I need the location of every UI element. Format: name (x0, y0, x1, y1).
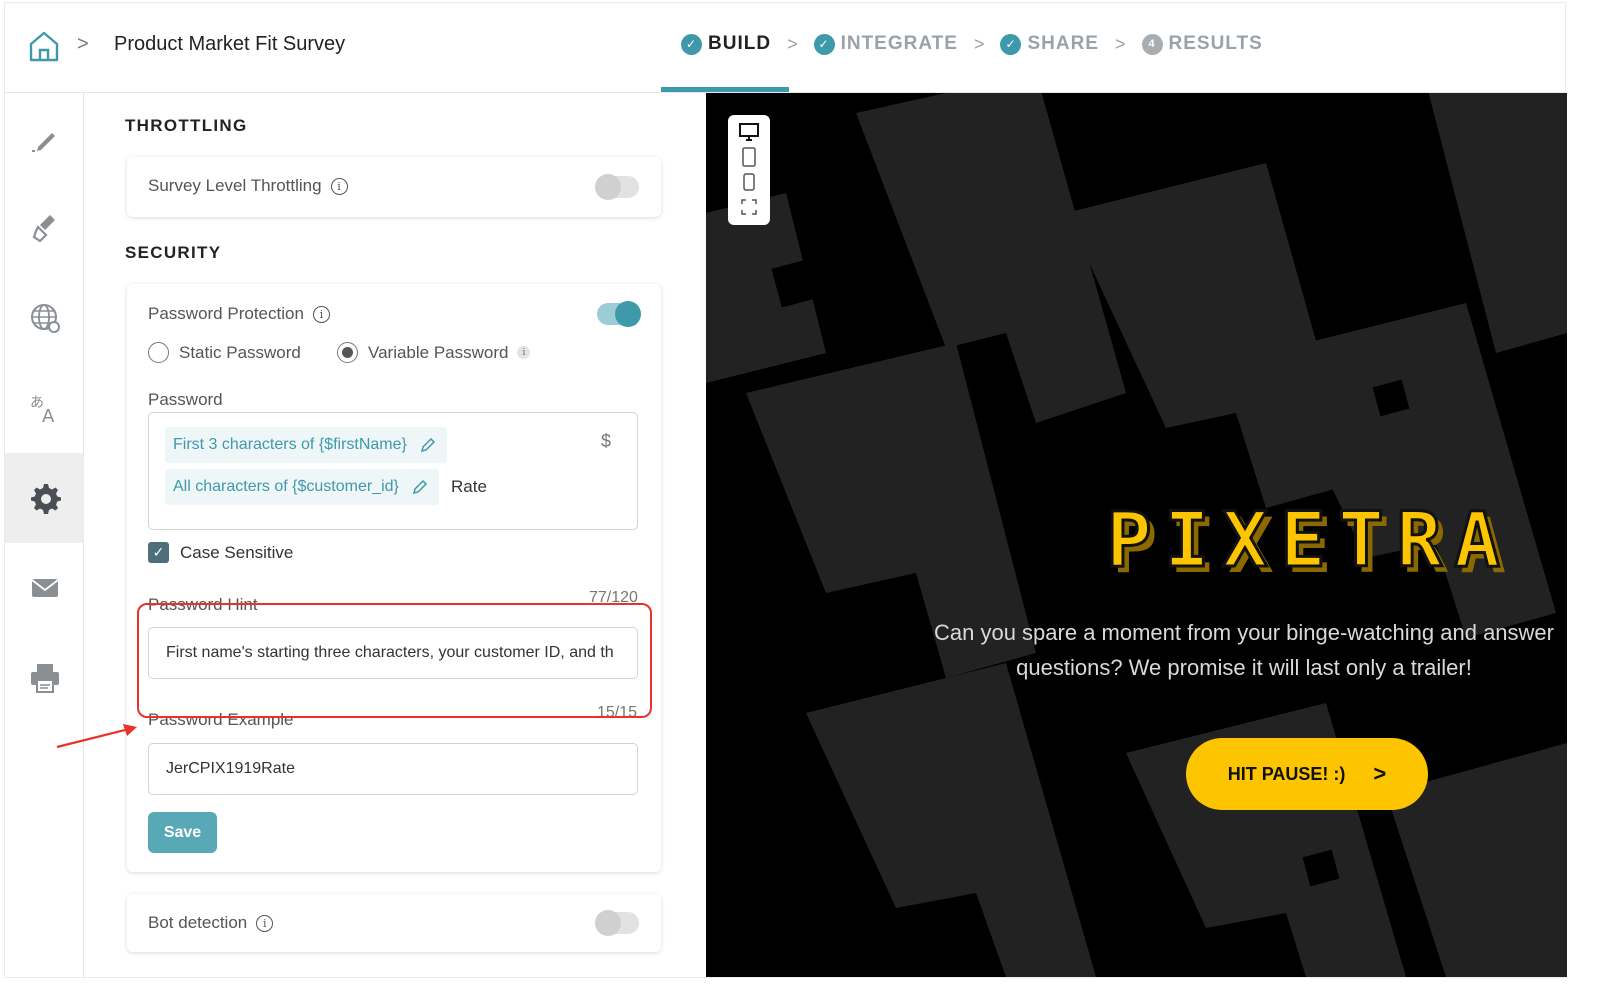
tagline-line-2: questions? We promise it will last only … (1016, 655, 1472, 680)
rail-item-edit[interactable] (5, 93, 84, 183)
bot-detection-row: Bot detection i (148, 913, 274, 933)
step-results-label: RESULTS (1168, 33, 1263, 54)
survey-tagline: Can you spare a moment from your binge-w… (921, 615, 1567, 685)
security-section-title: SECURITY (125, 243, 222, 262)
pencil-icon (31, 133, 55, 152)
paint-brush-icon (32, 215, 55, 243)
password-example-input[interactable]: JerCPIX1919Rate (148, 743, 638, 795)
password-protection-row: Password Protection i (148, 304, 330, 324)
svg-text:A: A (42, 406, 55, 425)
info-icon[interactable]: i (330, 177, 348, 195)
rail-item-settings[interactable] (5, 453, 84, 543)
app-window: > Product Market Fit Survey ✓ BUILD > ✓ … (4, 2, 1567, 978)
chip-text: All characters of {$customer_id} (173, 478, 399, 495)
pixetra-logo: PIXETRA PIXETRA (1106, 496, 1506, 586)
step-number-badge: 4 (1141, 33, 1163, 55)
device-switcher (728, 115, 770, 225)
mobile-icon[interactable] (738, 171, 760, 193)
survey-preview: PIXETRA PIXETRA Can you spare a moment f… (706, 93, 1567, 977)
throttling-toggle[interactable] (595, 174, 639, 200)
password-builder-field[interactable]: First 3 characters of {$firstName} All c… (148, 412, 638, 530)
svg-text:PIXETRA: PIXETRA (1106, 496, 1502, 584)
check-icon: ✓ (681, 33, 702, 55)
highlight-annotation (137, 603, 652, 718)
settings-panel: THROTTLING Survey Level Throttling i SEC… (85, 93, 705, 977)
breadcrumb-separator: > (77, 33, 89, 55)
check-icon: ✓ (813, 33, 835, 55)
step-share[interactable]: ✓ SHARE (1000, 33, 1099, 55)
password-protection-label: Password Protection (148, 304, 304, 323)
rail-item-language[interactable] (5, 273, 84, 363)
throttling-label: Survey Level Throttling (148, 176, 322, 195)
static-password-radio[interactable]: Static Password (148, 342, 301, 363)
bot-detection-label: Bot detection (148, 913, 248, 932)
top-header: > Product Market Fit Survey ✓ BUILD > ✓ … (5, 3, 1565, 93)
step-build-label: BUILD (708, 33, 772, 54)
bot-detection-card: Bot detection i (127, 894, 661, 952)
pencil-icon[interactable] (419, 436, 437, 454)
tagline-line-1: Can you spare a moment from your binge-w… (934, 620, 1554, 645)
rail-item-email[interactable] (5, 543, 84, 633)
password-token-chip[interactable]: All characters of {$customer_id} (165, 469, 439, 505)
left-icon-rail: あ A (5, 93, 84, 977)
password-static-text: Rate (451, 477, 487, 496)
password-protection-toggle[interactable] (597, 301, 641, 327)
cta-label: HIT PAUSE! :) (1227, 763, 1346, 784)
rail-item-print[interactable] (5, 633, 84, 723)
tablet-icon[interactable] (738, 146, 760, 168)
annotation-arrow-icon (56, 724, 137, 749)
envelope-icon (30, 579, 59, 597)
pencil-icon[interactable] (411, 478, 429, 496)
save-button[interactable]: Save (148, 812, 217, 853)
dollar-icon[interactable]: $ (601, 431, 611, 452)
globe-icon (30, 304, 60, 333)
step-results[interactable]: 4 RESULTS (1141, 33, 1263, 55)
radio-button-selected[interactable] (337, 342, 358, 363)
step-share-label: SHARE (1027, 33, 1099, 54)
variable-password-radio[interactable]: Variable Password i (337, 342, 531, 363)
password-token-chip[interactable]: First 3 characters of {$firstName} (165, 427, 447, 463)
printer-icon (30, 664, 59, 693)
step-separator: > (973, 33, 985, 54)
static-password-label: Static Password (179, 342, 301, 362)
chevron-right-icon: > (1373, 761, 1387, 786)
check-icon: ✓ (1000, 33, 1022, 55)
step-integrate[interactable]: ✓ INTEGRATE (813, 33, 958, 55)
desktop-icon[interactable] (738, 121, 760, 143)
fullscreen-icon[interactable] (738, 196, 760, 218)
step-separator: > (787, 33, 798, 54)
info-icon[interactable]: i (256, 914, 274, 932)
password-protection-card: Password Protection i Static Password Va… (127, 284, 661, 872)
translate-icon: あ A (30, 395, 55, 425)
survey-title: Product Market Fit Survey (114, 33, 346, 55)
step-navigation: ✓ BUILD > ✓ INTEGRATE > ✓ SHARE > 4 RESU… (681, 33, 1263, 55)
rail-item-theme[interactable] (5, 183, 84, 273)
step-integrate-label: INTEGRATE (840, 33, 958, 54)
gear-icon (30, 484, 61, 514)
throttling-row: Survey Level Throttling i (148, 176, 348, 196)
checkbox-checked-icon[interactable]: ✓ (148, 542, 169, 563)
variable-password-label: Variable Password (368, 342, 509, 362)
case-sensitive-label: Case Sensitive (180, 542, 294, 562)
radio-button[interactable] (148, 342, 169, 363)
rail-item-translate[interactable]: あ A (5, 363, 84, 453)
step-build[interactable]: ✓ BUILD (681, 33, 771, 55)
chip-text: First 3 characters of {$firstName} (173, 436, 407, 453)
case-sensitive-checkbox[interactable]: ✓ Case Sensitive (148, 542, 293, 563)
home-icon[interactable] (27, 29, 61, 63)
info-icon[interactable]: i (517, 346, 531, 359)
throttling-section-title: THROTTLING (125, 116, 248, 135)
step-separator: > (1114, 33, 1126, 54)
active-step-indicator (661, 87, 789, 92)
throttling-card: Survey Level Throttling i (127, 157, 661, 217)
password-label: Password (148, 390, 223, 409)
hit-pause-button[interactable]: HIT PAUSE! :) > (1186, 738, 1428, 810)
info-icon[interactable]: i (312, 305, 330, 323)
bot-detection-toggle[interactable] (595, 910, 639, 936)
